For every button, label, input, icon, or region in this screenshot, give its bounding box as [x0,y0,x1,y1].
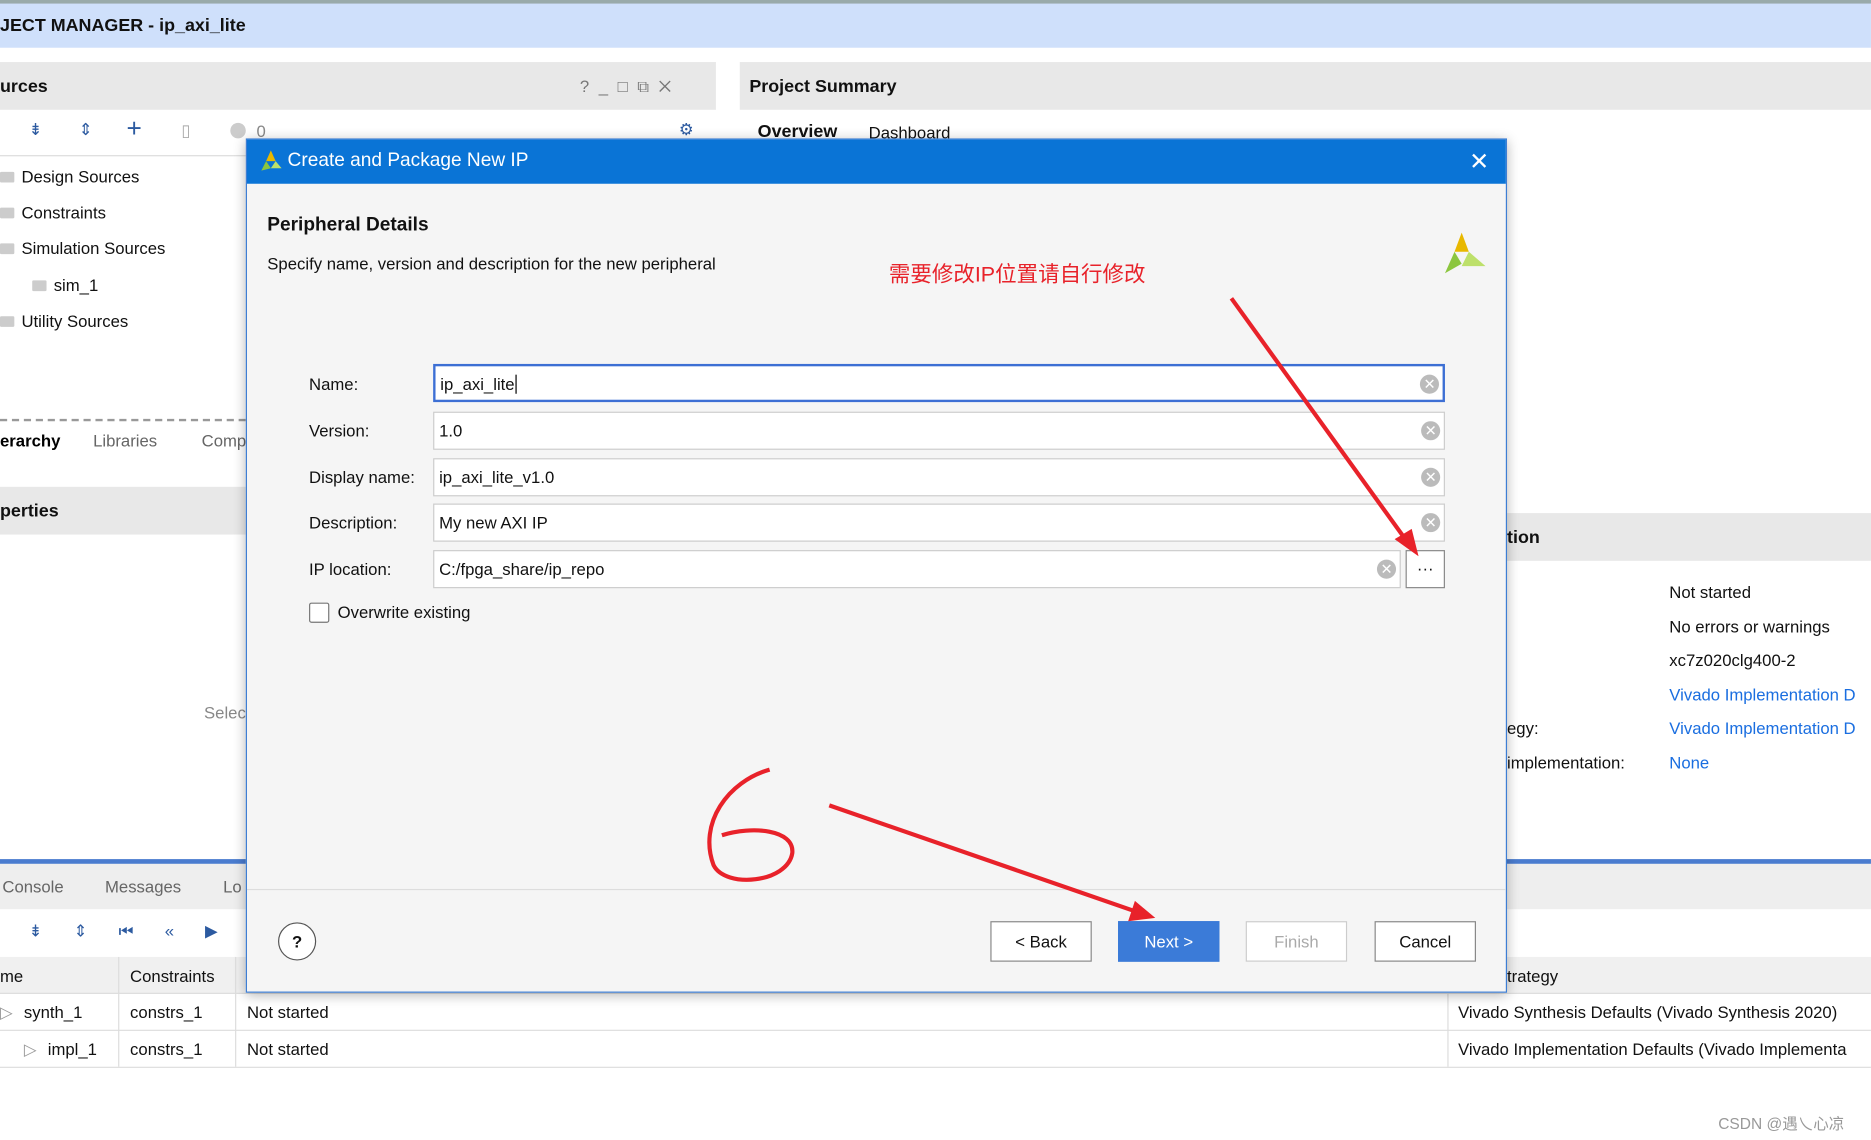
arrow-to-browse [1229,297,1410,545]
arrow-to-next [828,803,1141,915]
annotation-arrows [707,297,1419,922]
vivado-window: JECT MANAGER - ip_axi_lite urces ?_□⧉✕ ⇟… [0,0,1871,1140]
arrow-head [1128,900,1156,922]
annotation-number-6 [707,767,795,882]
